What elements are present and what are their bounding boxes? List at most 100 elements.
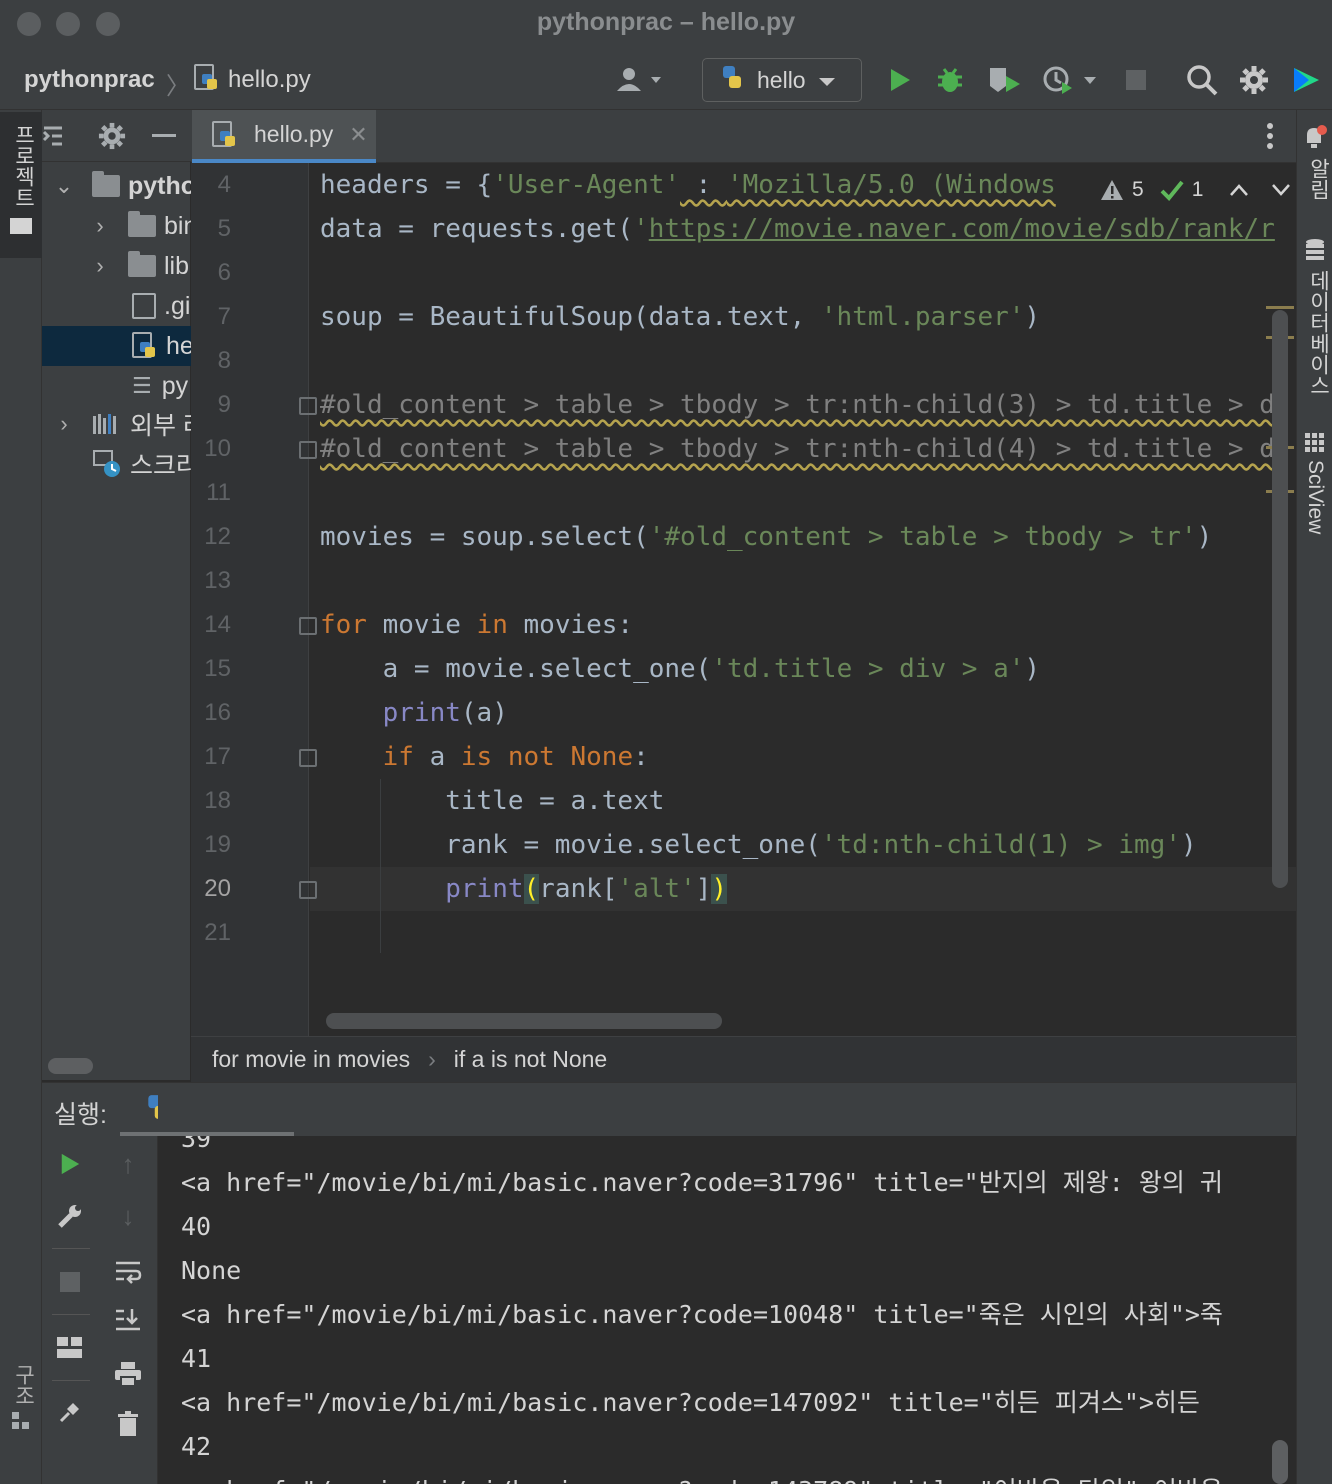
tree-item-pyvenv-cfg[interactable]: ☰ py bbox=[42, 366, 191, 406]
warning-count: 5 bbox=[1132, 178, 1144, 201]
hide-run-panel-icon[interactable] bbox=[1256, 1108, 1280, 1111]
breadcrumb-separator: 〉 bbox=[166, 73, 190, 100]
rerun-icon[interactable] bbox=[50, 1144, 90, 1184]
toolbar-divider bbox=[52, 1380, 90, 1381]
project-horizontal-scrollbar[interactable] bbox=[48, 1058, 93, 1074]
project-panel-header bbox=[42, 110, 191, 162]
print-icon[interactable] bbox=[108, 1354, 148, 1394]
stop-icon[interactable] bbox=[50, 1262, 90, 1302]
breadcrumb-if-statement[interactable]: if a is not None bbox=[454, 1046, 607, 1073]
python-file-icon bbox=[212, 120, 238, 149]
fold-marker-icon[interactable] bbox=[299, 397, 317, 415]
account-icon[interactable] bbox=[612, 62, 668, 98]
line-number-current: 20 bbox=[204, 875, 231, 902]
stop-icon[interactable] bbox=[1118, 62, 1154, 98]
code-line-10: #old_content > table > tbody > tr:nth-ch… bbox=[320, 434, 1275, 464]
close-tab-icon[interactable]: ✕ bbox=[349, 122, 367, 148]
collapse-all-icon[interactable] bbox=[42, 124, 64, 150]
structure-tool-window-button[interactable]: 구조 bbox=[0, 1362, 42, 1484]
soft-wrap-icon[interactable] bbox=[108, 1252, 148, 1292]
fold-marker-icon[interactable] bbox=[299, 617, 317, 635]
tree-item-external-libraries[interactable]: › 외부 라 bbox=[42, 404, 191, 444]
chevron-down-icon[interactable] bbox=[1271, 183, 1291, 197]
wrench-icon[interactable] bbox=[50, 1196, 90, 1236]
python-logo-icon bbox=[144, 1093, 172, 1128]
fold-marker-icon[interactable] bbox=[299, 749, 317, 767]
line-number: 21 bbox=[204, 919, 231, 946]
scratches-icon bbox=[93, 450, 120, 477]
folder-icon bbox=[10, 218, 32, 234]
tree-item-bin[interactable]: › bin bbox=[42, 206, 191, 246]
breadcrumb-for-loop[interactable]: for movie in movies bbox=[212, 1046, 410, 1073]
run-panel-label: 실행: bbox=[54, 1101, 107, 1129]
code-line-18: title = a.text bbox=[320, 786, 665, 816]
search-icon[interactable] bbox=[1182, 62, 1222, 98]
tree-item-lib[interactable]: › lib bbox=[42, 246, 191, 286]
fold-marker-icon[interactable] bbox=[299, 441, 317, 459]
jetbrains-toolbox-icon[interactable] bbox=[1288, 62, 1324, 98]
layout-icon[interactable] bbox=[50, 1328, 90, 1368]
run-with-coverage-icon[interactable] bbox=[984, 62, 1024, 98]
code-line-4: headers = {'User-Agent' : 'Mozilla/5.0 (… bbox=[320, 170, 1056, 200]
sciview-tool-window-button[interactable]: SciView bbox=[1298, 430, 1332, 550]
line-number: 6 bbox=[217, 259, 231, 286]
trash-icon[interactable] bbox=[108, 1404, 148, 1444]
console-vertical-scrollbar[interactable] bbox=[1272, 1440, 1288, 1484]
run-configuration-label: hello bbox=[757, 66, 806, 93]
folder-icon bbox=[92, 171, 120, 197]
ok-count: 1 bbox=[1191, 178, 1204, 201]
line-number: 13 bbox=[204, 567, 231, 594]
code-line-16: print(a) bbox=[382, 698, 508, 728]
console-line: <a href="/movie/bi/mi/basic.naver?code=1… bbox=[181, 1388, 1215, 1417]
line-number: 16 bbox=[204, 699, 231, 726]
arrow-up-icon[interactable]: ↑ bbox=[108, 1144, 148, 1184]
toolbar-divider bbox=[52, 1314, 90, 1315]
hide-panel-icon[interactable] bbox=[152, 134, 176, 137]
sciview-label: SciView bbox=[1304, 460, 1327, 535]
console-line: None bbox=[181, 1256, 242, 1285]
tree-item-project-root[interactable]: ⌄ pytho bbox=[42, 166, 191, 206]
line-number: 12 bbox=[204, 523, 231, 550]
more-options-icon[interactable] bbox=[1266, 122, 1274, 152]
fold-marker-icon[interactable] bbox=[299, 881, 317, 899]
editor-horizontal-scrollbar[interactable] bbox=[326, 1013, 722, 1029]
line-number: 15 bbox=[204, 655, 231, 682]
tree-item-label: 스크라 bbox=[130, 452, 191, 480]
tree-item-label: py bbox=[161, 371, 189, 400]
profile-icon[interactable] bbox=[1038, 62, 1102, 98]
project-tool-window-button[interactable]: 프로젝트 bbox=[0, 112, 42, 258]
debug-icon[interactable] bbox=[932, 62, 968, 98]
tree-item-label: pytho bbox=[128, 171, 191, 200]
tab-hello-py[interactable]: hello.py ✕ bbox=[192, 110, 376, 163]
code-line-7: soup = BeautifulSoup(data.text, 'html.pa… bbox=[320, 302, 1041, 332]
tree-item-scratches[interactable]: 스크라 bbox=[42, 444, 191, 484]
tree-item-hello-py[interactable]: he bbox=[42, 326, 191, 366]
editor-vertical-scrollbar[interactable] bbox=[1272, 310, 1288, 888]
code-line-14: for movie in movies: bbox=[320, 610, 634, 640]
check-icon bbox=[1160, 180, 1184, 201]
chevron-up-icon[interactable] bbox=[1229, 183, 1249, 197]
python-logo-icon bbox=[719, 64, 745, 96]
tree-item-label: he bbox=[166, 331, 191, 360]
database-tool-window-button[interactable]: 데이터베이스 bbox=[1298, 236, 1332, 396]
console-line: 41 bbox=[181, 1344, 212, 1373]
tree-item-label: .gi bbox=[164, 291, 191, 320]
console-line: <a href="/movie/bi/mi/basic.naver?code=1… bbox=[181, 1469, 1267, 1484]
error-stripe-mark[interactable] bbox=[1266, 306, 1294, 309]
python-file-icon bbox=[194, 64, 228, 97]
run-configuration-select[interactable]: hello bbox=[702, 58, 862, 102]
pin-icon[interactable] bbox=[50, 1392, 90, 1432]
breadcrumb-file[interactable]: hello.py bbox=[228, 66, 311, 94]
options-gear-icon[interactable] bbox=[98, 122, 126, 150]
inspection-widget[interactable]: 5 1 bbox=[1096, 172, 1296, 208]
notifications-tool-window-button[interactable]: 알림 bbox=[1298, 122, 1332, 202]
console-line: 40 bbox=[181, 1212, 212, 1241]
scroll-to-end-icon[interactable] bbox=[108, 1300, 148, 1340]
tree-item-gitignore[interactable]: .gi bbox=[42, 286, 191, 326]
breadcrumb-project[interactable]: pythonprac bbox=[24, 66, 155, 94]
run-icon[interactable] bbox=[882, 62, 918, 98]
run-toolbar-secondary: ↑ ↓ bbox=[100, 1136, 158, 1484]
settings-gear-icon[interactable] bbox=[1236, 62, 1272, 98]
arrow-down-icon[interactable]: ↓ bbox=[108, 1196, 148, 1236]
code-line-9: #old_content > table > tbody > tr:nth-ch… bbox=[320, 390, 1275, 420]
